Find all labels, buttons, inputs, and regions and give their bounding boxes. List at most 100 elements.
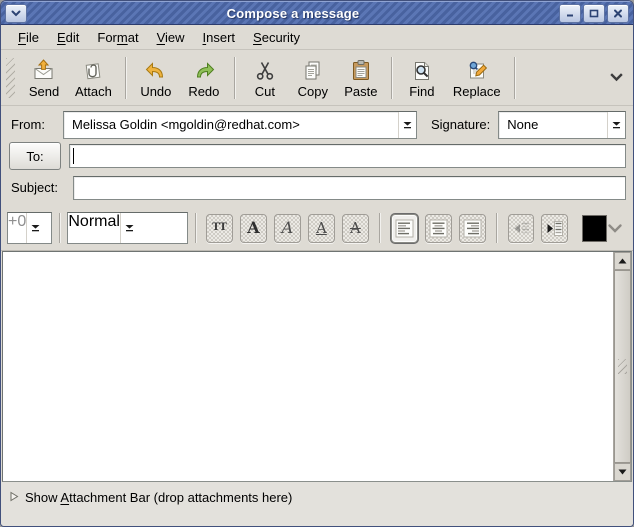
format-toolbar: +0 Normal TT A A A A: [1, 206, 633, 251]
menu-format[interactable]: Format: [88, 28, 147, 47]
undo-button[interactable]: Undo: [132, 56, 180, 100]
signature-label: Signature:: [431, 117, 490, 132]
maximize-icon: [589, 9, 599, 18]
close-icon: [613, 9, 623, 18]
from-label: From:: [11, 117, 53, 132]
attach-button[interactable]: Attach: [68, 56, 119, 100]
close-button[interactable]: [607, 4, 629, 23]
send-button[interactable]: Send: [20, 56, 68, 100]
maximize-button[interactable]: [583, 4, 605, 23]
find-button[interactable]: Find: [398, 56, 446, 100]
menubar: File Edit Format View Insert Security: [1, 25, 633, 50]
align-left-button[interactable]: [391, 214, 418, 243]
font-color-swatch[interactable]: [582, 215, 607, 242]
minimize-button[interactable]: [559, 4, 581, 23]
font-size-value: +0: [8, 213, 26, 243]
to-row: To:: [1, 141, 633, 171]
vertical-scrollbar[interactable]: [613, 252, 631, 481]
paragraph-style-dropdown[interactable]: Normal: [67, 212, 187, 244]
signature-value: None: [499, 112, 607, 138]
format-overflow-button[interactable]: [607, 223, 623, 234]
format-separator: [195, 213, 196, 243]
scroll-up-button[interactable]: [614, 252, 631, 270]
typewriter-toggle-button[interactable]: TT: [206, 214, 233, 243]
cut-button[interactable]: Cut: [241, 56, 289, 100]
to-button[interactable]: To:: [9, 142, 61, 170]
strikethrough-toggle-button[interactable]: A: [342, 214, 369, 243]
italic-icon: A: [282, 220, 294, 236]
align-right-icon: [463, 219, 482, 238]
subject-row: Subject:: [1, 173, 633, 203]
menu-view[interactable]: View: [148, 28, 194, 47]
toolbar-separator: [391, 57, 392, 99]
unindent-icon: [512, 219, 531, 238]
paste-button[interactable]: Paste: [337, 56, 385, 100]
typewriter-icon: TT: [212, 223, 227, 233]
dropdown-arrow-icon[interactable]: [607, 112, 625, 138]
scroll-down-button[interactable]: [614, 463, 631, 481]
indent-button[interactable]: [541, 214, 568, 243]
message-headers: From: Melissa Goldin <mgoldin@redhat.com…: [1, 106, 633, 206]
from-row: From: Melissa Goldin <mgoldin@redhat.com…: [1, 110, 633, 140]
font-size-dropdown[interactable]: +0: [7, 212, 52, 244]
signature-dropdown[interactable]: None: [498, 111, 626, 139]
align-left-icon: [395, 219, 414, 238]
menu-security[interactable]: Security: [244, 28, 309, 47]
from-dropdown[interactable]: Melissa Goldin <mgoldin@redhat.com>: [63, 111, 417, 139]
copy-icon: [301, 59, 325, 83]
toolbar-separator: [125, 57, 126, 99]
align-right-button[interactable]: [459, 214, 486, 243]
unindent-button: [508, 214, 535, 243]
arrow-up-icon: [618, 258, 627, 265]
bold-toggle-button[interactable]: A: [240, 214, 267, 243]
from-value: Melissa Goldin <mgoldin@redhat.com>: [64, 112, 398, 138]
toolbar-separator: [234, 57, 235, 99]
minimize-icon: [565, 9, 575, 18]
chevron-down-icon: [610, 73, 623, 82]
text-caret: [73, 148, 74, 164]
dropdown-arrow-icon[interactable]: [398, 112, 416, 138]
titlebar[interactable]: Compose a message: [1, 1, 633, 25]
find-icon: [410, 59, 434, 83]
subject-label: Subject:: [11, 180, 65, 195]
to-input[interactable]: [69, 144, 626, 168]
attachment-bar-label: Show Attachment Bar (drop attachments he…: [25, 490, 292, 505]
message-body-area: [2, 251, 632, 482]
menu-edit[interactable]: Edit: [48, 28, 88, 47]
align-center-icon: [429, 219, 448, 238]
strikethrough-icon: A: [350, 221, 361, 236]
dropdown-arrow-icon[interactable]: [26, 213, 44, 243]
underline-icon: A: [316, 221, 327, 236]
replace-button[interactable]: Replace: [446, 56, 508, 100]
menu-insert[interactable]: Insert: [194, 28, 245, 47]
paragraph-style-value: Normal: [68, 213, 120, 243]
send-icon: [32, 59, 56, 83]
redo-icon: [192, 59, 216, 83]
expander-triangle-icon: [9, 490, 19, 502]
redo-button[interactable]: Redo: [180, 56, 228, 100]
chevron-down-icon: [11, 10, 21, 17]
undo-icon: [144, 59, 168, 83]
window-title: Compose a message: [28, 6, 558, 21]
compose-window: Compose a message File Edit Format View …: [0, 0, 634, 527]
scrollbar-thumb[interactable]: [614, 270, 631, 463]
attachment-bar-expander[interactable]: Show Attachment Bar (drop attachments he…: [1, 482, 633, 526]
align-center-button[interactable]: [425, 214, 452, 243]
italic-toggle-button[interactable]: A: [274, 214, 301, 243]
copy-button[interactable]: Copy: [289, 56, 337, 100]
subject-input[interactable]: [73, 176, 626, 200]
window-menu-button[interactable]: [5, 4, 27, 23]
underline-toggle-button[interactable]: A: [308, 214, 335, 243]
menu-file[interactable]: File: [9, 28, 48, 47]
indent-icon: [545, 219, 564, 238]
toolbar-drag-handle[interactable]: [6, 58, 15, 98]
attach-icon: [81, 59, 105, 83]
scrollbar-grip: [618, 359, 627, 374]
main-toolbar: Send Attach Undo: [1, 50, 633, 106]
bold-icon: A: [247, 220, 259, 236]
message-body-input[interactable]: [3, 252, 613, 481]
arrow-down-icon: [618, 469, 627, 476]
format-separator: [59, 213, 60, 243]
dropdown-arrow-icon[interactable]: [120, 213, 138, 243]
toolbar-overflow-button[interactable]: [610, 73, 623, 82]
